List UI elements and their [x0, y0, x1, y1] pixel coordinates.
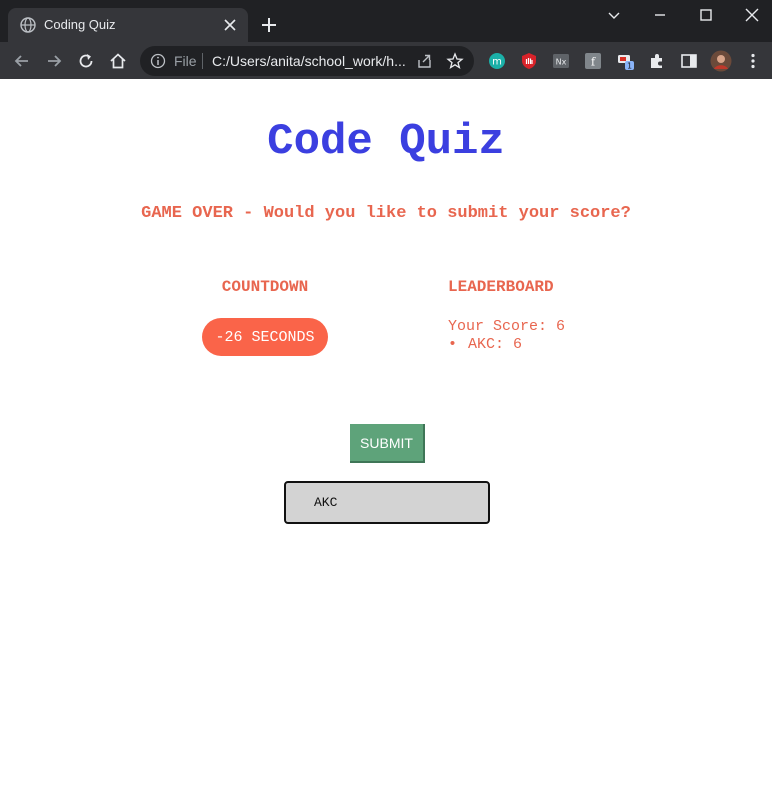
- info-icon[interactable]: [150, 53, 166, 69]
- star-icon[interactable]: [446, 52, 464, 70]
- teal-m-extension-icon[interactable]: m: [488, 52, 506, 70]
- globe-icon: [20, 17, 36, 33]
- red-box-extension-icon[interactable]: 1: [616, 52, 634, 70]
- forward-arrow-icon[interactable]: [44, 51, 64, 71]
- countdown-heading: COUNTDOWN: [221, 278, 309, 296]
- initials-input[interactable]: [284, 481, 490, 524]
- game-over-message: GAME OVER - Would you like to submit you…: [141, 204, 631, 223]
- countdown-timer: -26 SECONDS: [202, 318, 328, 356]
- plus-icon[interactable]: [260, 16, 278, 34]
- extensions-puzzle-icon[interactable]: [648, 52, 666, 70]
- maximize-icon[interactable]: [696, 5, 716, 25]
- list-item: • AKC: 6: [448, 336, 522, 354]
- your-score: Your Score: 6: [448, 318, 566, 335]
- url-text[interactable]: C:/Users/anita/school_work/h...: [212, 53, 408, 69]
- browser-tab[interactable]: Coding Quiz: [8, 8, 248, 42]
- leaderboard-list: • AKC: 6: [448, 336, 522, 354]
- window-close-icon[interactable]: [742, 5, 762, 25]
- page-title: Code Quiz: [267, 117, 505, 167]
- svg-text:Nx: Nx: [556, 58, 567, 67]
- reload-icon[interactable]: [76, 51, 96, 71]
- page-content: Code Quiz GAME OVER - Would you like to …: [0, 79, 772, 798]
- extension-badge: 1: [627, 62, 632, 71]
- profile-avatar[interactable]: [710, 50, 732, 72]
- svg-text:m: m: [492, 57, 502, 68]
- submit-button[interactable]: SUBMIT: [350, 424, 425, 463]
- scheme-label: File: [174, 53, 197, 69]
- nx-extension-icon[interactable]: Nx: [552, 52, 570, 70]
- back-arrow-icon[interactable]: [12, 51, 32, 71]
- more-menu-icon[interactable]: [744, 52, 762, 70]
- tab-title: Coding Quiz: [44, 17, 116, 32]
- red-shield-extension-icon[interactable]: [520, 52, 538, 70]
- browser-titlebar: Coding Quiz: [0, 0, 772, 42]
- leaderboard-entry: AKC: 6: [468, 336, 523, 353]
- chevron-down-icon[interactable]: [604, 5, 624, 25]
- bullet-icon: •: [448, 336, 458, 353]
- home-icon[interactable]: [108, 51, 128, 71]
- share-icon[interactable]: [416, 52, 434, 70]
- gray-f-extension-icon[interactable]: f: [584, 52, 602, 70]
- browser-toolbar: File C:/Users/anita/school_work/h... m N…: [0, 42, 772, 79]
- side-panel-icon[interactable]: [680, 52, 698, 70]
- omnibox-divider: [202, 53, 203, 69]
- minimize-icon[interactable]: [650, 5, 670, 25]
- close-icon[interactable]: [222, 17, 238, 33]
- address-bar[interactable]: File C:/Users/anita/school_work/h...: [140, 46, 474, 76]
- leaderboard-heading: LEADERBOARD: [448, 278, 554, 296]
